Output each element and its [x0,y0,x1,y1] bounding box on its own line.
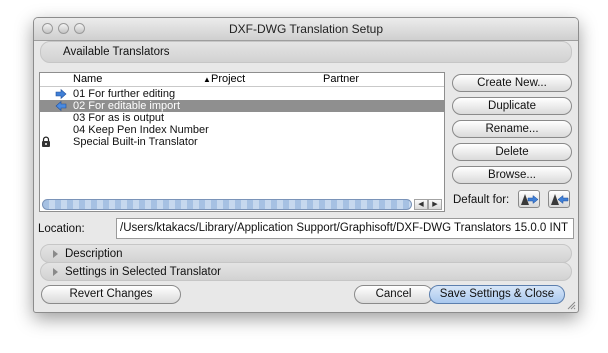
settings-label: Settings in Selected Translator [65,266,221,278]
translation-setup-window: DXF-DWG Translation Setup Available Tran… [33,17,579,313]
resize-grip-icon[interactable] [566,300,576,310]
window-title: DXF-DWG Translation Setup [228,22,384,36]
translator-row-selected[interactable]: 02 For editable import [40,100,444,112]
scroll-thumb[interactable] [42,199,412,210]
translator-row[interactable]: 01 For further editing [40,88,444,100]
location-field[interactable]: /Users/ktakacs/Library/Application Suppo… [116,218,574,239]
lock-icon [42,136,50,147]
description-label: Description [65,248,123,260]
scroll-left-button[interactable]: ◀ [414,199,428,210]
duplicate-button[interactable]: Duplicate [452,97,572,115]
scroll-right-button[interactable]: ▶ [428,199,442,210]
dwg-import-icon [521,194,539,205]
column-header-name[interactable]: Name [73,73,102,86]
translator-row[interactable]: Special Built-in Translator [40,136,444,148]
cancel-button[interactable]: Cancel [354,285,433,304]
header-divider [40,86,444,87]
delete-button[interactable]: Delete [452,143,572,161]
location-label: Location: [38,223,85,235]
available-translators-label: Available Translators [63,46,170,58]
default-for-label: Default for: [453,194,510,206]
dwg-export-icon [551,194,569,205]
translator-name: 04 Keep Pen Index Number [73,124,209,136]
column-header-partner[interactable]: Partner [323,73,359,86]
default-export-button[interactable] [548,190,570,208]
location-path: /Users/ktakacs/Library/Application Suppo… [120,222,569,234]
translator-name: Special Built-in Translator [73,136,198,148]
create-new-button[interactable]: Create New... [452,74,572,92]
translator-row[interactable]: 03 For as is output [40,112,444,124]
arrow-left-icon [55,100,67,112]
translator-name: 03 For as is output [73,112,165,124]
title-bar[interactable]: DXF-DWG Translation Setup [34,18,578,41]
rename-button[interactable]: Rename... [452,120,572,138]
save-settings-close-button[interactable]: Save Settings & Close [429,285,565,304]
arrow-right-icon [55,88,67,100]
horizontal-scrollbar[interactable]: ◀ ▶ [42,199,442,210]
settings-section[interactable]: Settings in Selected Translator [40,262,572,281]
description-section[interactable]: Description [40,244,572,263]
disclosure-triangle-icon [53,250,58,258]
browse-button[interactable]: Browse... [452,166,572,184]
translator-list[interactable]: Name ▲ Project Partner 01 For further ed… [39,72,445,212]
disclosure-triangle-icon [53,268,58,276]
column-header-project[interactable]: Project [211,73,245,86]
translator-name: 02 For editable import [73,100,180,112]
revert-changes-button[interactable]: Revert Changes [41,285,181,304]
translator-name: 01 For further editing [73,88,176,100]
default-import-button[interactable] [518,190,540,208]
translator-row[interactable]: 04 Keep Pen Index Number [40,124,444,136]
available-translators-header: Available Translators [40,41,572,63]
